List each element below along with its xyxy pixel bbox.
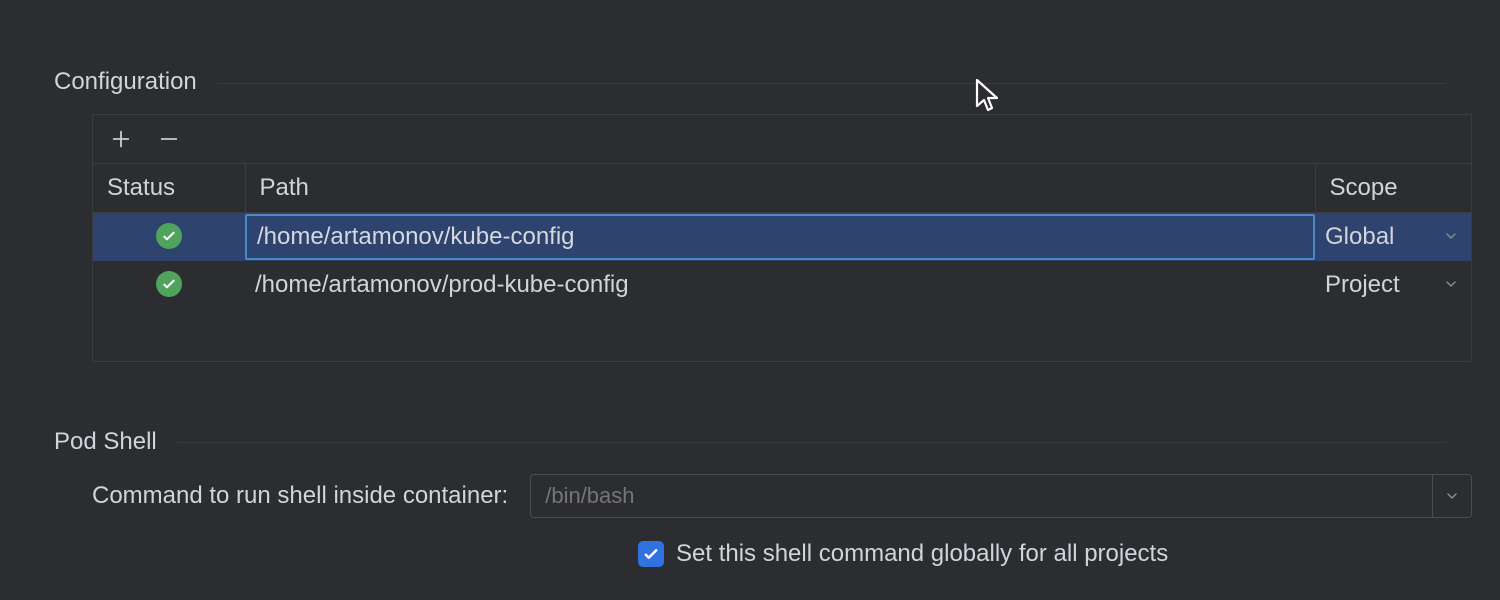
global-shell-checkbox[interactable]	[638, 541, 664, 567]
add-icon[interactable]	[107, 125, 135, 153]
configuration-panel: Status Path Scope /home/artamonov/kube-c…	[92, 114, 1472, 362]
column-header-scope[interactable]: Scope	[1315, 164, 1471, 213]
status-cell	[93, 213, 245, 261]
path-cell[interactable]: /home/artamonov/kube-config	[245, 213, 1315, 261]
status-ok-icon	[156, 223, 182, 249]
chevron-down-icon	[1443, 271, 1459, 299]
command-input-group	[530, 474, 1472, 518]
table-row[interactable]: /home/artamonov/prod-kube-config Project	[93, 261, 1471, 309]
column-header-path[interactable]: Path	[245, 164, 1315, 213]
scope-cell[interactable]: Global	[1315, 213, 1471, 261]
column-header-status[interactable]: Status	[93, 164, 245, 213]
global-shell-checkbox-label: Set this shell command globally for all …	[676, 540, 1168, 568]
configuration-section: Configuration	[0, 60, 1500, 104]
section-divider	[177, 442, 1446, 443]
path-value[interactable]: /home/artamonov/kube-config	[245, 214, 1315, 260]
configuration-table-header: Status Path Scope	[93, 164, 1471, 213]
configuration-toolbar	[93, 115, 1471, 164]
path-value: /home/artamonov/prod-kube-config	[255, 271, 629, 298]
configuration-table: Status Path Scope /home/artamonov/kube-c…	[93, 164, 1471, 361]
remove-icon[interactable]	[155, 125, 183, 153]
command-label: Command to run shell inside container:	[92, 482, 508, 510]
status-ok-icon	[156, 271, 182, 297]
table-empty-row	[93, 309, 1471, 361]
configuration-title-text: Configuration	[54, 68, 197, 96]
scope-cell[interactable]: Project	[1315, 261, 1471, 309]
configuration-title: Configuration	[54, 60, 1446, 104]
scope-value: Project	[1325, 271, 1400, 298]
table-row[interactable]: /home/artamonov/kube-config Global	[93, 213, 1471, 261]
command-history-dropdown[interactable]	[1432, 474, 1472, 518]
global-shell-checkbox-row: Set this shell command globally for all …	[0, 540, 1500, 568]
chevron-down-icon	[1443, 223, 1459, 251]
section-divider	[217, 83, 1446, 84]
command-input[interactable]	[530, 474, 1432, 518]
status-cell	[93, 261, 245, 309]
path-cell[interactable]: /home/artamonov/prod-kube-config	[245, 261, 1315, 309]
pod-shell-title: Pod Shell	[54, 420, 1446, 464]
pod-shell-body: Command to run shell inside container:	[0, 474, 1500, 518]
pod-shell-title-text: Pod Shell	[54, 428, 157, 456]
pod-shell-section: Pod Shell	[0, 420, 1500, 464]
scope-value: Global	[1325, 223, 1394, 250]
